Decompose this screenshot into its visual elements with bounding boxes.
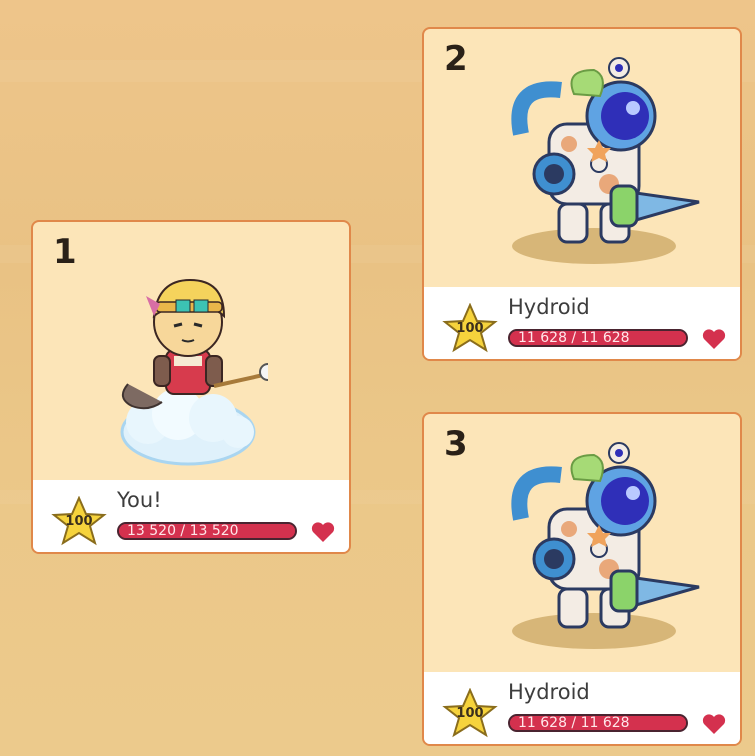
- health-text: 11 628 / 11 628: [518, 715, 630, 731]
- player-name: You!: [117, 488, 162, 512]
- heart-icon: [702, 329, 726, 349]
- health-bar: 13 520 / 13 520: [117, 522, 297, 540]
- card-footer: 100 Hydroid 11 628 / 11 628: [424, 287, 740, 359]
- player-avatar-sprite: [120, 278, 268, 466]
- health-text: 13 520 / 13 520: [127, 523, 239, 539]
- player-card-1[interactable]: 1 100 You! 13 520 / 13 520: [31, 220, 351, 554]
- enemy-hydroid-sprite: [511, 57, 700, 264]
- level-label: 100: [456, 706, 484, 721]
- card-footer: 100 Hydroid 11 628 / 11 628: [424, 672, 740, 744]
- level-label: 100: [65, 514, 93, 529]
- enemy-name: Hydroid: [508, 295, 590, 319]
- health-bar: 11 628 / 11 628: [508, 329, 688, 347]
- health-bar: 11 628 / 11 628: [508, 714, 688, 732]
- heart-icon: [702, 714, 726, 734]
- rank-number: 3: [444, 424, 468, 464]
- heart-icon: [311, 522, 335, 542]
- health-text: 11 628 / 11 628: [518, 330, 630, 346]
- enemy-card-3[interactable]: 3 100 Hydroid 11 628 / 11 628: [422, 412, 742, 746]
- enemy-card-2[interactable]: 2 100 Hydroid 11 628 / 11 628: [422, 27, 742, 361]
- card-footer: 100 You! 13 520 / 13 520: [33, 480, 349, 552]
- enemy-name: Hydroid: [508, 680, 590, 704]
- level-label: 100: [456, 321, 484, 336]
- enemy-hydroid-sprite: [511, 442, 700, 649]
- rank-number: 2: [444, 39, 468, 79]
- rank-number: 1: [53, 232, 77, 272]
